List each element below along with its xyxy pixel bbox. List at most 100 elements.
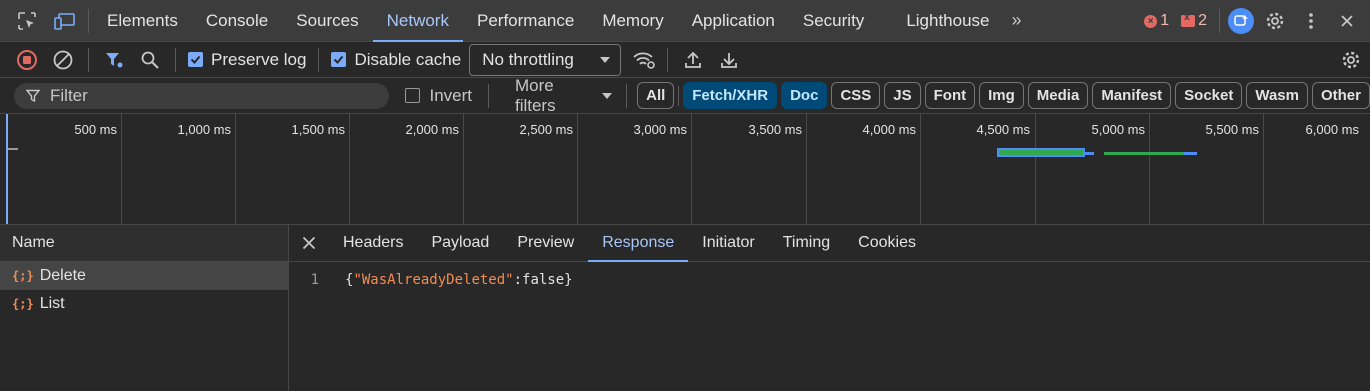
timeline-tick-label: 5,000 ms (1091, 122, 1145, 137)
timeline-tick-label: 2,000 ms (405, 122, 459, 137)
filter-input[interactable]: Filter (14, 82, 389, 109)
early-request-mark (8, 148, 18, 150)
timeline-gridline (463, 114, 464, 224)
request-row-delete[interactable]: {;} Delete (0, 262, 288, 290)
timeline-gridline (1149, 114, 1150, 224)
tab-sources[interactable]: Sources (282, 0, 372, 42)
search-icon[interactable] (135, 45, 165, 75)
ai-assistance-icon[interactable] (1228, 8, 1254, 34)
tab-payload[interactable]: Payload (417, 225, 503, 262)
timeline-selection-handle[interactable] (6, 114, 8, 224)
tab-network[interactable]: Network (372, 0, 464, 42)
toolbar-divider (488, 83, 489, 108)
request-bar-delete-waiting (997, 148, 1085, 157)
disable-cache-checkbox[interactable]: Disable cache (331, 50, 461, 70)
preserve-log-checkbox[interactable]: Preserve log (188, 50, 306, 70)
error-icon: × (1144, 14, 1158, 28)
errors-count: 1 (1160, 12, 1170, 29)
timeline-gridline (121, 114, 122, 224)
more-tabs-button[interactable]: » (1004, 10, 1030, 31)
issues-badge[interactable]: 2 (1181, 12, 1207, 30)
tab-memory[interactable]: Memory (588, 0, 677, 42)
name-column-header[interactable]: Name (0, 225, 288, 262)
timeline-gridline (691, 114, 692, 224)
type-chip-media[interactable]: Media (1027, 82, 1089, 109)
toolbar-right: × 1 2 (1144, 0, 1370, 42)
timeline-gridline (920, 114, 921, 224)
tab-elements[interactable]: Elements (93, 0, 192, 42)
json-close-brace: } (564, 272, 573, 288)
import-har-icon[interactable] (678, 45, 708, 75)
timeline-tick-label: 3,000 ms (633, 122, 687, 137)
type-chip-css[interactable]: CSS (831, 82, 881, 109)
timeline-gridline (577, 114, 578, 224)
type-chip-all[interactable]: All (637, 82, 675, 109)
tab-lighthouse[interactable]: Lighthouse (892, 0, 1003, 42)
type-chip-img[interactable]: Img (979, 82, 1024, 109)
close-detail-icon[interactable] (289, 236, 329, 250)
timeline-tick-label: 1,000 ms (177, 122, 231, 137)
timeline-tick-label: 500 ms (74, 122, 117, 137)
type-chip-other[interactable]: Other (1311, 82, 1370, 109)
toolbar-divider (626, 83, 628, 108)
type-chip-socket[interactable]: Socket (1175, 82, 1243, 109)
timeline-gridline (1035, 114, 1036, 224)
settings-gear-icon[interactable] (1262, 8, 1288, 34)
close-devtools-icon[interactable] (1334, 8, 1360, 34)
toolbar-divider (667, 47, 669, 72)
timeline-tick-label: 1,500 ms (291, 122, 345, 137)
toolbar-divider (318, 47, 320, 72)
tab-response[interactable]: Response (588, 225, 689, 262)
network-overview-timeline[interactable]: 500 ms 1,000 ms 1,500 ms 2,000 ms 2,500 … (0, 114, 1370, 225)
toolbar-divider (678, 85, 680, 106)
network-toolbar: Preserve log Disable cache No throttling (0, 42, 1370, 78)
inspect-element-icon[interactable] (14, 8, 40, 34)
device-toolbar-icon[interactable] (52, 8, 78, 34)
disable-cache-label: Disable cache (354, 49, 462, 69)
export-har-icon[interactable] (714, 45, 744, 75)
invert-checkbox[interactable]: Invert (404, 85, 473, 106)
filter-bar: Filter Invert More filters All Fetch/XHR… (0, 76, 1370, 116)
toolbar-divider (175, 47, 176, 72)
tab-cookies[interactable]: Cookies (844, 225, 930, 262)
clear-log-icon[interactable] (48, 45, 78, 75)
type-chip-wasm[interactable]: Wasm (1246, 82, 1308, 109)
more-filters-dropdown[interactable]: More filters (515, 76, 613, 116)
type-chip-fetch-xhr[interactable]: Fetch/XHR (683, 82, 778, 109)
timeline-tick-label: 4,000 ms (862, 122, 916, 137)
type-chip-js[interactable]: JS (884, 82, 921, 109)
type-chip-font[interactable]: Font (924, 82, 976, 109)
checkbox-checked-icon (331, 52, 347, 67)
tab-application[interactable]: Application (678, 0, 789, 42)
filter-funnel-icon[interactable] (99, 45, 129, 75)
request-bar-list-download (1184, 152, 1197, 155)
throttling-select[interactable]: No throttling (469, 43, 622, 76)
timeline-tick-label: 5,500 ms (1205, 122, 1259, 137)
invert-label: Invert (429, 85, 473, 105)
fetch-request-icon: {;} (12, 297, 34, 311)
response-body[interactable]: 1 {"WasAlreadyDeleted":false} (289, 262, 1370, 288)
tab-preview[interactable]: Preview (503, 225, 588, 262)
errors-badge[interactable]: × 1 (1144, 12, 1169, 30)
response-line: {"WasAlreadyDeleted":false} (345, 272, 573, 288)
tab-headers[interactable]: Headers (329, 225, 417, 262)
tab-security[interactable]: Security (789, 0, 878, 42)
tab-initiator[interactable]: Initiator (688, 225, 768, 262)
request-detail-pane: Headers Payload Preview Response Initiat… (289, 225, 1370, 391)
throttling-value: No throttling (482, 49, 574, 69)
request-row-list[interactable]: {;} List (0, 290, 288, 318)
chevron-down-icon (602, 92, 613, 99)
kebab-menu-icon[interactable] (1298, 8, 1324, 34)
network-conditions-icon[interactable] (629, 45, 659, 75)
tab-timing[interactable]: Timing (769, 225, 844, 262)
tab-console[interactable]: Console (192, 0, 282, 42)
detail-tab-bar: Headers Payload Preview Response Initiat… (289, 225, 1370, 262)
json-value: :false (513, 272, 565, 288)
type-chip-doc[interactable]: Doc (781, 82, 828, 109)
stop-recording-icon[interactable] (12, 45, 42, 75)
tab-performance[interactable]: Performance (463, 0, 588, 42)
timeline-gridline (806, 114, 807, 224)
type-chip-manifest[interactable]: Manifest (1092, 82, 1172, 109)
network-settings-gear-icon[interactable] (1336, 45, 1366, 75)
chevron-down-icon (600, 56, 611, 63)
